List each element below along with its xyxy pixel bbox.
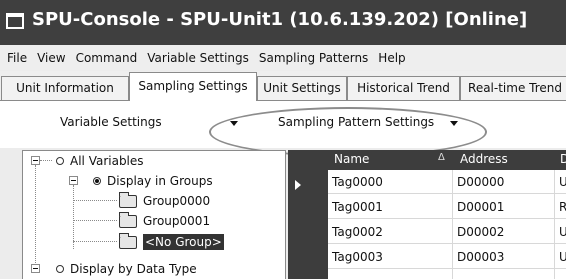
table-row[interactable]: Tag0000 D00000 U xyxy=(328,170,566,194)
tab-sampling-settings[interactable]: Sampling Settings xyxy=(129,72,257,101)
variable-settings-dropdown-arrow-icon[interactable] xyxy=(230,121,238,126)
expand-display-by-data-type-icon[interactable] xyxy=(31,264,40,273)
sort-ascending-icon: Δ xyxy=(438,152,445,163)
tree-item-group0000[interactable]: Group0000 xyxy=(119,191,210,211)
cell-name: Tag0003 xyxy=(332,250,383,264)
tree-item-label: Display by Data Type xyxy=(70,262,197,276)
menu-variable-settings[interactable]: Variable Settings xyxy=(142,51,254,65)
radio-selected-icon[interactable] xyxy=(93,177,101,185)
tree-item-display-by-data-type[interactable]: Display by Data Type xyxy=(56,259,197,279)
title-bar: SPU-Console - SPU-Unit1 (10.6.139.202) [… xyxy=(0,0,566,45)
current-row-indicator-icon xyxy=(295,180,301,190)
cell-d: U xyxy=(559,225,566,239)
menu-sampling-patterns[interactable]: Sampling Patterns xyxy=(254,51,373,65)
menu-help[interactable]: Help xyxy=(373,51,410,65)
column-header-name[interactable]: Name xyxy=(334,152,369,166)
tree-item-display-in-groups[interactable]: Display in Groups xyxy=(93,171,213,191)
grid-body: Tag0000 D00000 U Tag0001 D00001 R Tag000… xyxy=(328,170,566,279)
tree-item-label: <No Group> xyxy=(143,234,224,250)
table-row[interactable]: Tag0003 D00003 U xyxy=(328,245,566,269)
cell-name: Tag0000 xyxy=(332,175,383,189)
tree-connector xyxy=(40,160,52,161)
sampling-pattern-settings-button[interactable]: Sampling Pattern Settings xyxy=(278,115,434,129)
cell-address: D00002 xyxy=(457,225,505,239)
cell-d: U xyxy=(559,175,566,189)
cell-address: D00003 xyxy=(457,250,505,264)
tree-connector xyxy=(35,165,36,269)
grid-header: Name Δ Address D xyxy=(328,150,566,170)
folder-icon xyxy=(119,191,137,208)
cell-address: D00000 xyxy=(457,175,505,189)
menu-bar: File View Command Variable Settings Samp… xyxy=(0,45,566,70)
tree-item-group0001[interactable]: Group0001 xyxy=(119,211,210,231)
sampling-pattern-dropdown-arrow-icon[interactable] xyxy=(450,121,458,126)
tree-item-no-group[interactable]: <No Group> xyxy=(119,232,224,252)
spu-console-window: SPU-Console - SPU-Unit1 (10.6.139.202) [… xyxy=(0,0,566,279)
column-header-d[interactable]: D xyxy=(560,152,566,166)
tree-connector xyxy=(73,241,117,242)
menu-view[interactable]: View xyxy=(32,51,70,65)
cell-name: Tag0002 xyxy=(332,225,383,239)
collapse-display-in-groups-icon[interactable] xyxy=(69,176,78,185)
folder-icon xyxy=(119,211,137,228)
open-folder-icon xyxy=(119,232,137,249)
radio-icon[interactable] xyxy=(56,265,64,273)
toolbar: Variable Settings Sampling Pattern Setti… xyxy=(0,101,566,148)
table-row[interactable]: Tag0002 D00002 U xyxy=(328,220,566,244)
tab-real-time-trend[interactable]: Real-time Trend xyxy=(460,76,566,100)
tree-connector xyxy=(73,220,117,221)
tree-connector xyxy=(73,200,117,201)
radio-icon[interactable] xyxy=(56,157,64,165)
tree-item-label: Display in Groups xyxy=(107,174,213,188)
tree-item-all-variables[interactable]: All Variables xyxy=(56,151,144,171)
tree-item-label: Group0000 xyxy=(143,194,211,208)
collapse-all-variables-icon[interactable] xyxy=(31,156,40,165)
cell-name: Tag0001 xyxy=(332,200,383,214)
tree-item-label: Group0001 xyxy=(143,214,211,228)
tab-unit-settings[interactable]: Unit Settings xyxy=(257,76,347,100)
cell-address: D00001 xyxy=(457,200,505,214)
tab-historical-trend[interactable]: Historical Trend xyxy=(347,76,460,100)
menu-file[interactable]: File xyxy=(2,51,32,65)
window-title: SPU-Console - SPU-Unit1 (10.6.139.202) [… xyxy=(32,9,528,30)
cell-d: R xyxy=(559,200,566,214)
table-row[interactable]: Tag0001 D00001 R xyxy=(328,195,566,219)
tab-bar: Unit Information Sampling Settings Unit … xyxy=(0,71,566,101)
cell-d: U xyxy=(559,250,566,264)
variable-settings-button[interactable]: Variable Settings xyxy=(60,115,162,129)
tab-unit-information[interactable]: Unit Information xyxy=(1,76,129,100)
menu-command[interactable]: Command xyxy=(71,51,143,65)
variable-tree: All Variables Display in Groups Group000… xyxy=(22,150,286,279)
variable-grid: Name Δ Address D Tag0000 D00000 U Tag000… xyxy=(288,150,566,279)
tree-item-label: All Variables xyxy=(70,154,144,168)
console-window-icon xyxy=(6,13,24,29)
column-header-address[interactable]: Address xyxy=(460,152,508,166)
tree-connector xyxy=(73,185,74,249)
